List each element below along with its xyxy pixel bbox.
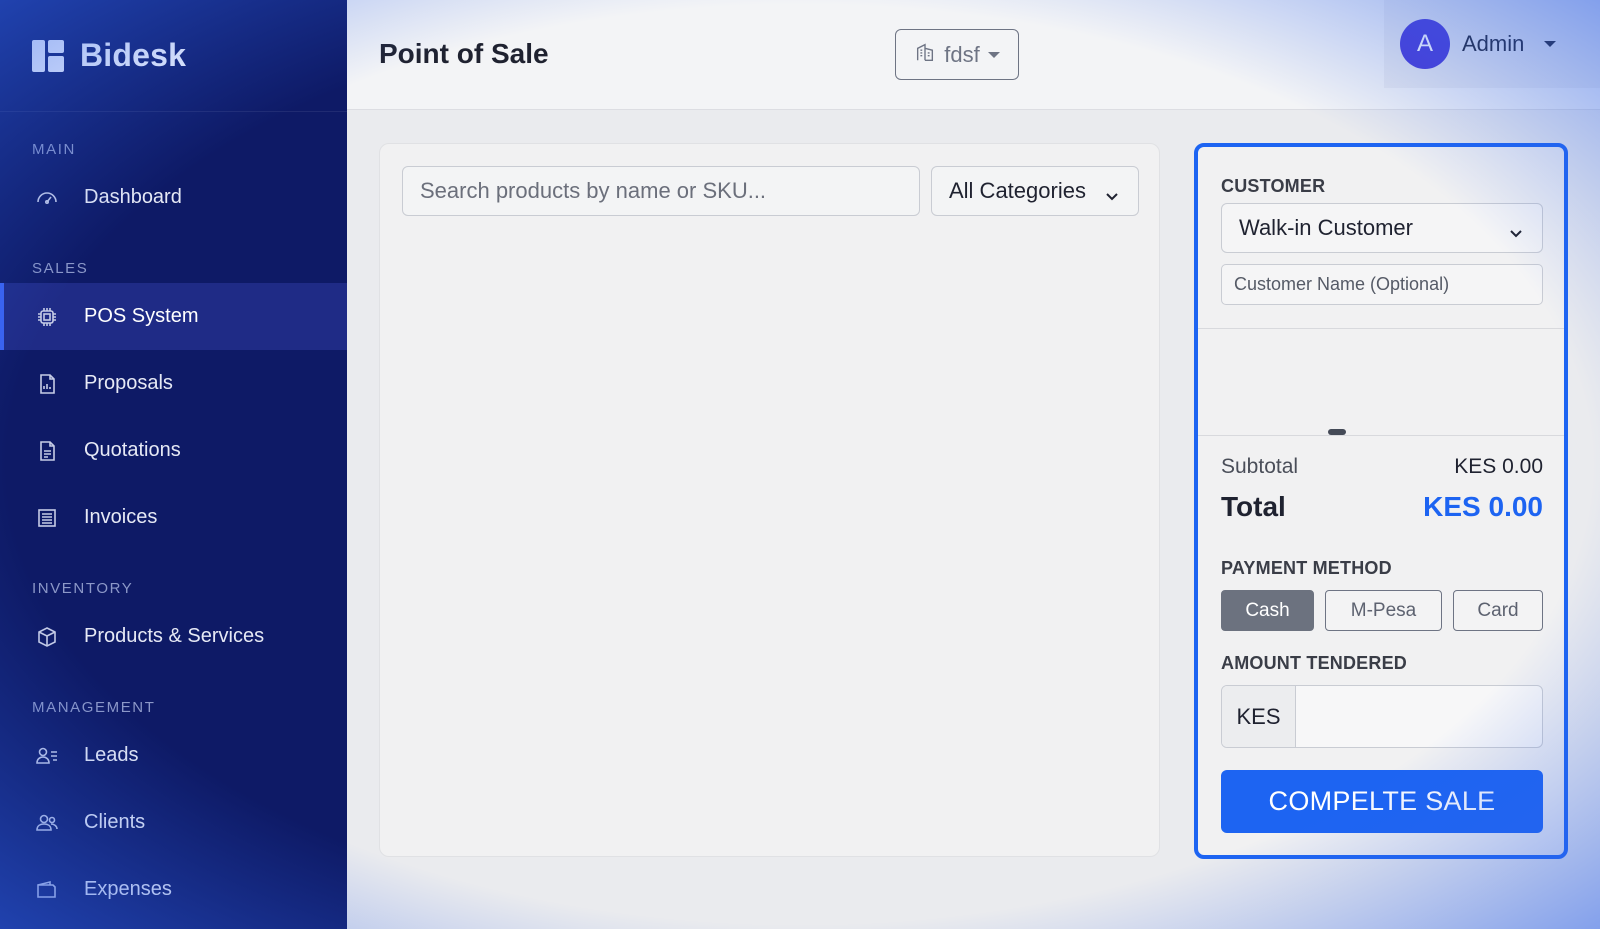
scroll-handle[interactable]: [1328, 429, 1346, 435]
sidebar-item-pos-system[interactable]: POS System: [0, 283, 347, 350]
category-select-value: All Categories: [949, 178, 1086, 203]
user-name: Admin: [1462, 31, 1525, 56]
document-chart-icon: [34, 371, 60, 397]
branch-name: fdsf: [944, 41, 980, 67]
box-icon: [34, 624, 60, 650]
subtotal-row: Subtotal KES 0.00: [1221, 455, 1543, 479]
products-panel: All Categories: [379, 143, 1160, 857]
chevron-down-icon: [1508, 221, 1524, 238]
sidebar: Bidesk MAIN Dashboard SALES POS System P…: [0, 0, 347, 929]
sidebar-item-label: Dashboard: [84, 186, 182, 208]
user-menu[interactable]: A Admin: [1384, 0, 1600, 88]
amount-tendered-group: KES: [1221, 685, 1543, 748]
topbar: Point of Sale fdsf A Admin: [347, 0, 1600, 110]
building-icon: [914, 41, 936, 69]
cart-panel: CUSTOMER Walk-in Customer Subtotal KES 0…: [1194, 143, 1568, 859]
sidebar-item-expenses[interactable]: Expenses: [0, 856, 347, 923]
caret-down-icon: [1544, 41, 1557, 47]
product-search-input[interactable]: [402, 166, 920, 216]
people-icon: [34, 810, 60, 836]
sidebar-item-label: Invoices: [84, 506, 158, 528]
nav-section-main: MAIN: [32, 141, 76, 158]
total-value: KES 0.00: [1423, 491, 1543, 522]
receipt-icon: [34, 505, 60, 531]
chevron-down-icon: [1104, 184, 1120, 201]
amount-tendered-label: AMOUNT TENDERED: [1221, 653, 1407, 673]
customer-select-value: Walk-in Customer: [1239, 215, 1413, 240]
total-row: Total KES 0.00: [1221, 491, 1543, 523]
sidebar-item-label: Quotations: [84, 439, 181, 461]
payment-method-group: Cash M-Pesa Card: [1221, 590, 1543, 631]
subtotal-value: KES 0.00: [1454, 455, 1543, 478]
customer-label: CUSTOMER: [1221, 176, 1326, 196]
page-title: Point of Sale: [379, 38, 549, 69]
complete-sale-button[interactable]: COMPELTE SALE: [1221, 770, 1543, 833]
nav-section-inventory: INVENTORY: [32, 580, 134, 597]
branch-selector-button[interactable]: fdsf: [895, 29, 1019, 80]
sidebar-item-quotations[interactable]: Quotations: [0, 417, 347, 484]
payment-cash-button[interactable]: Cash: [1221, 590, 1314, 631]
document-icon: [34, 438, 60, 464]
main-content: Point of Sale fdsf A Admin All Categorie…: [347, 0, 1600, 929]
sidebar-item-label: Products & Services: [84, 625, 265, 647]
avatar: A: [1400, 19, 1450, 69]
category-select[interactable]: All Categories: [931, 166, 1139, 216]
sidebar-item-label: Expenses: [84, 878, 172, 900]
customer-name-field[interactable]: [1221, 264, 1543, 305]
sidebar-item-label: Proposals: [84, 372, 173, 394]
bidesk-logo-icon: [32, 39, 64, 72]
subtotal-label: Subtotal: [1221, 455, 1299, 478]
caret-down-icon: [987, 51, 1000, 58]
gauge-icon: [34, 185, 60, 211]
nav-section-sales: SALES: [32, 260, 89, 277]
nav-section-management: MANAGEMENT: [32, 699, 156, 716]
person-lines-icon: [34, 743, 60, 769]
payment-method-label: PAYMENT METHOD: [1221, 558, 1392, 578]
amount-tendered-input[interactable]: [1297, 686, 1542, 747]
sidebar-item-proposals[interactable]: Proposals: [0, 350, 347, 417]
sidebar-item-leads[interactable]: Leads: [0, 722, 347, 789]
brand-name: Bidesk: [80, 37, 187, 73]
brand[interactable]: Bidesk: [0, 0, 347, 112]
sidebar-item-dashboard[interactable]: Dashboard: [0, 164, 347, 231]
sidebar-item-invoices[interactable]: Invoices: [0, 484, 347, 551]
sidebar-item-products-services[interactable]: Products & Services: [0, 603, 347, 670]
total-label: Total: [1221, 491, 1286, 522]
sidebar-item-label: Leads: [84, 744, 139, 766]
sidebar-item-label: Clients: [84, 811, 146, 833]
sidebar-item-clients[interactable]: Clients: [0, 789, 347, 856]
chip-icon: [34, 304, 60, 330]
customer-select[interactable]: Walk-in Customer: [1221, 203, 1543, 253]
payment-card-button[interactable]: Card: [1453, 590, 1543, 631]
cart-items-list[interactable]: [1198, 328, 1564, 436]
currency-prefix: KES: [1222, 686, 1296, 747]
wallet-icon: [34, 877, 60, 903]
payment-mpesa-button[interactable]: M-Pesa: [1325, 590, 1442, 631]
sidebar-item-label: POS System: [84, 305, 199, 327]
